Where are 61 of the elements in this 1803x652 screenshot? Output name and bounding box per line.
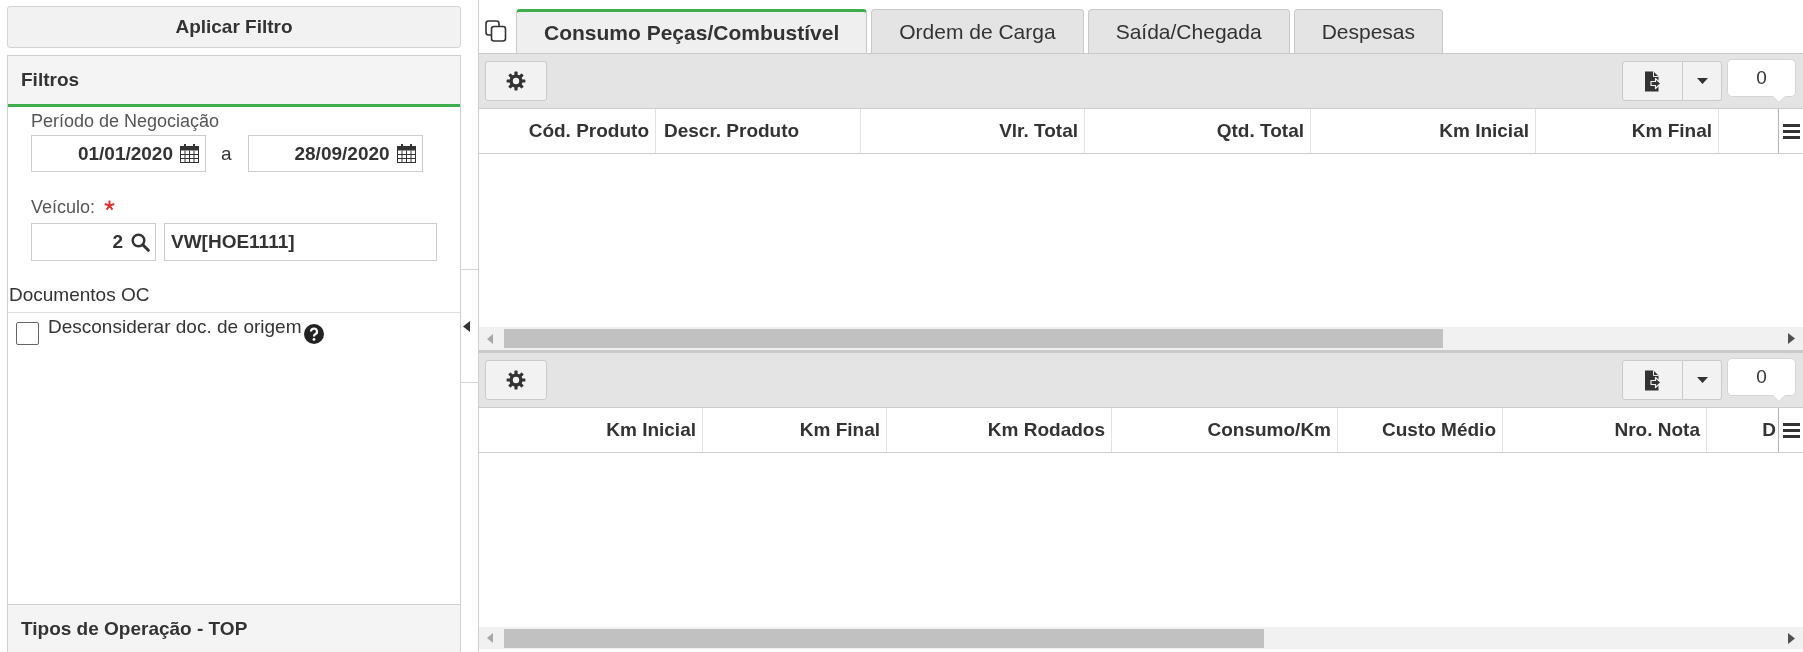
record-count: 0 <box>1727 59 1796 103</box>
tab[interactable]: Despesas <box>1293 9 1443 53</box>
column-menu-button[interactable] <box>1778 408 1803 452</box>
column-header[interactable]: Descr. Produto <box>656 109 861 153</box>
triangle-left-icon <box>463 320 470 332</box>
column-header[interactable]: Km Final <box>1536 109 1719 153</box>
dropdown-button[interactable] <box>1683 360 1722 400</box>
arrow-right-icon[interactable] <box>1788 632 1795 644</box>
arrow-right-icon[interactable] <box>1788 333 1795 344</box>
column-header[interactable]: Nro. Nota <box>1503 408 1707 452</box>
column-header[interactable]: Consumo/Km <box>1112 408 1338 452</box>
horizontal-scrollbar[interactable] <box>479 627 1803 649</box>
copy-icon[interactable] <box>485 20 507 42</box>
collapse-panel-button[interactable] <box>461 269 478 383</box>
column-header[interactable]: Custo Médio <box>1338 408 1503 452</box>
field-label: Período de Negociação <box>31 110 220 132</box>
settings-icon <box>506 71 526 91</box>
document-arrow-icon <box>1643 369 1662 391</box>
date-field[interactable]: 01/01/2020 <box>31 135 206 172</box>
column-header[interactable]: Km Rodados <box>887 408 1112 452</box>
horizontal-scrollbar[interactable] <box>479 327 1803 350</box>
settings-button[interactable] <box>485 61 547 101</box>
help-icon[interactable] <box>304 324 325 344</box>
range-separator-label: a <box>221 142 232 165</box>
export-button[interactable] <box>1622 360 1683 400</box>
apply-filter-button[interactable]: Aplicar Filtro <box>7 6 461 48</box>
scrollbar-thumb[interactable] <box>504 329 1443 348</box>
tab[interactable]: Ordem de Carga <box>871 9 1084 53</box>
section-header[interactable]: Tipos de Operação - TOP <box>8 604 460 652</box>
checkbox[interactable] <box>16 322 39 345</box>
vehicle-code-field[interactable]: 2 <box>31 223 156 261</box>
column-header[interactable]: Km Final <box>703 408 887 452</box>
record-count: 0 <box>1727 358 1796 402</box>
column-header[interactable]: Km Inicial <box>479 408 703 452</box>
scrollbar-thumb[interactable] <box>504 628 1264 648</box>
vehicle-name-field[interactable]: VW[HOE1111] <box>164 223 437 261</box>
caret-icon <box>1696 377 1708 383</box>
column-header[interactable]: Qtd. Total <box>1085 109 1311 153</box>
column-header[interactable]: Km Inicial <box>1311 109 1536 153</box>
date-field[interactable]: 28/09/2020 <box>247 135 423 172</box>
column-header[interactable]: Vlr. Total <box>861 109 1085 153</box>
menu-icon <box>1782 422 1800 438</box>
column-header[interactable]: D <box>1707 408 1778 452</box>
tab[interactable]: Saída/Chegada <box>1087 9 1290 53</box>
export-button[interactable] <box>1622 61 1683 101</box>
document-arrow-icon <box>1643 70 1662 92</box>
calendar-icon[interactable] <box>396 144 416 163</box>
settings-button[interactable] <box>485 360 547 400</box>
caret-icon <box>1696 78 1708 84</box>
tab[interactable]: Consumo Peças/Combustível <box>516 9 868 53</box>
settings-icon <box>506 370 526 390</box>
column-header[interactable]: Cód. Produto <box>479 109 656 153</box>
dropdown-button[interactable] <box>1683 61 1722 101</box>
calendar-icon[interactable] <box>180 144 199 163</box>
group-title: Documentos OC <box>9 284 150 305</box>
section-header[interactable]: Filtros <box>8 56 460 107</box>
menu-icon <box>1782 123 1800 139</box>
field-label: Veículo: <box>31 196 96 218</box>
checkbox-label[interactable]: Desconsiderar doc. de origem <box>48 315 302 339</box>
column-menu-button[interactable] <box>1778 109 1803 153</box>
search-icon[interactable] <box>131 233 150 252</box>
